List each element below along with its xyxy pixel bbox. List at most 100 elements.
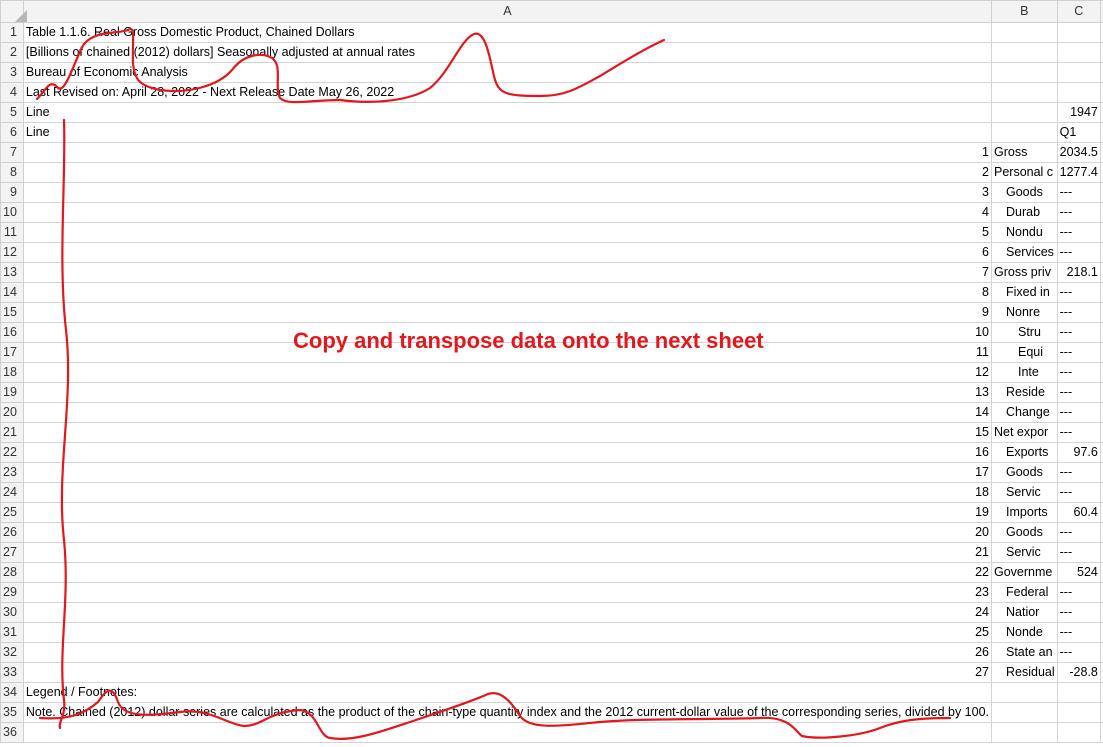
value-cell[interactable]: 1277.4 (1056, 162, 1101, 183)
cell[interactable] (991, 42, 1058, 63)
value-cell[interactable]: --- (1056, 582, 1101, 603)
line-number-cell[interactable]: 6 (22, 242, 993, 263)
cell[interactable] (991, 122, 1058, 143)
value-cell[interactable]: 60.4 (1056, 502, 1101, 523)
series-label-cell[interactable]: Services (991, 242, 1058, 263)
cell[interactable] (1056, 82, 1101, 103)
row-header[interactable]: 29 (0, 582, 24, 603)
cell[interactable] (991, 102, 1058, 123)
series-label-cell[interactable]: Nonde (991, 622, 1058, 643)
line-number-cell[interactable]: 21 (22, 542, 993, 563)
value-cell[interactable]: --- (1056, 362, 1101, 383)
value-cell[interactable]: --- (1056, 202, 1101, 223)
cell-grid[interactable]: ABCDEFGHIJKLMNOPQ1Table 1.1.6. Real Gros… (0, 0, 1103, 743)
series-label-cell[interactable]: Net expor (991, 422, 1058, 443)
row-header[interactable]: 22 (0, 442, 24, 463)
series-label-cell[interactable]: Inte (991, 362, 1058, 383)
series-label-cell[interactable]: Federal (991, 582, 1058, 603)
title-cell[interactable]: [Billions of chained (2012) dollars] Sea… (22, 42, 993, 63)
row-header[interactable]: 8 (0, 162, 24, 183)
line-number-cell[interactable]: 19 (22, 502, 993, 523)
series-label-cell[interactable]: Natior (991, 602, 1058, 623)
row-header[interactable]: 24 (0, 482, 24, 503)
row-header[interactable]: 7 (0, 142, 24, 163)
series-label-cell[interactable]: State an (991, 642, 1058, 663)
row-header[interactable]: 5 (0, 102, 24, 123)
value-cell[interactable]: 218.1 (1056, 262, 1101, 283)
series-label-cell[interactable]: Fixed in (991, 282, 1058, 303)
row-header[interactable]: 21 (0, 422, 24, 443)
series-label-cell[interactable]: Goods (991, 462, 1058, 483)
row-header[interactable]: 11 (0, 222, 24, 243)
line-number-cell[interactable]: 1 (22, 142, 993, 163)
line-number-cell[interactable]: 25 (22, 622, 993, 643)
series-label-cell[interactable]: Gross priv (991, 262, 1058, 283)
line-number-cell[interactable]: 12 (22, 362, 993, 383)
cell[interactable] (991, 82, 1058, 103)
line-number-cell[interactable]: 24 (22, 602, 993, 623)
row-header[interactable]: 9 (0, 182, 24, 203)
value-cell[interactable]: --- (1056, 642, 1101, 663)
line-number-cell[interactable]: 9 (22, 302, 993, 323)
cell[interactable] (991, 702, 1058, 723)
row-header[interactable]: 1 (0, 22, 24, 43)
quarter-cell[interactable]: Q1 (1056, 122, 1101, 143)
value-cell[interactable]: --- (1056, 622, 1101, 643)
series-label-cell[interactable]: Servic (991, 482, 1058, 503)
row-header[interactable]: 28 (0, 562, 24, 583)
cell[interactable] (1056, 42, 1101, 63)
line-number-cell[interactable]: 17 (22, 462, 993, 483)
line-header-cell[interactable]: Line (22, 102, 993, 123)
value-cell[interactable]: --- (1056, 402, 1101, 423)
note-cell[interactable]: Note. Chained (2012) dollar series are c… (22, 702, 993, 723)
select-all-corner[interactable] (0, 0, 27, 23)
series-label-cell[interactable]: Personal c (991, 162, 1058, 183)
series-label-cell[interactable]: Change (991, 402, 1058, 423)
value-cell[interactable]: --- (1056, 522, 1101, 543)
cell[interactable] (1056, 722, 1101, 743)
row-header[interactable]: 36 (0, 722, 24, 743)
spreadsheet[interactable]: ABCDEFGHIJKLMNOPQ1Table 1.1.6. Real Gros… (0, 0, 1103, 747)
line-number-cell[interactable]: 22 (22, 562, 993, 583)
value-cell[interactable]: --- (1056, 342, 1101, 363)
row-header[interactable]: 12 (0, 242, 24, 263)
line-number-cell[interactable]: 8 (22, 282, 993, 303)
value-cell[interactable]: --- (1056, 302, 1101, 323)
line-number-cell[interactable]: 15 (22, 422, 993, 443)
value-cell[interactable]: --- (1056, 282, 1101, 303)
row-header[interactable]: 19 (0, 382, 24, 403)
cell[interactable] (1056, 62, 1101, 83)
series-label-cell[interactable]: Goods (991, 182, 1058, 203)
series-label-cell[interactable]: Imports (991, 502, 1058, 523)
value-cell[interactable]: --- (1056, 242, 1101, 263)
value-cell[interactable]: --- (1056, 222, 1101, 243)
line-number-cell[interactable]: 4 (22, 202, 993, 223)
row-header[interactable]: 15 (0, 302, 24, 323)
value-cell[interactable]: 97.6 (1056, 442, 1101, 463)
row-header[interactable]: 35 (0, 702, 24, 723)
title-cell[interactable]: Bureau of Economic Analysis (22, 62, 993, 83)
row-header[interactable]: 31 (0, 622, 24, 643)
row-header[interactable]: 32 (0, 642, 24, 663)
row-header[interactable]: 2 (0, 42, 24, 63)
title-cell[interactable]: Table 1.1.6. Real Gross Domestic Product… (22, 22, 993, 43)
row-header[interactable]: 33 (0, 662, 24, 683)
line-number-cell[interactable]: 10 (22, 322, 993, 343)
series-label-cell[interactable]: Residual (991, 662, 1058, 683)
line-number-cell[interactable]: 16 (22, 442, 993, 463)
line-number-cell[interactable]: 26 (22, 642, 993, 663)
row-header[interactable]: 17 (0, 342, 24, 363)
row-header[interactable]: 3 (0, 62, 24, 83)
row-header[interactable]: 6 (0, 122, 24, 143)
row-header[interactable]: 4 (0, 82, 24, 103)
line-number-cell[interactable]: 23 (22, 582, 993, 603)
cell[interactable] (1056, 682, 1101, 703)
series-label-cell[interactable]: Reside (991, 382, 1058, 403)
cell[interactable] (991, 62, 1058, 83)
year-cell[interactable]: 1947 (1056, 102, 1101, 123)
series-label-cell[interactable]: Nonre (991, 302, 1058, 323)
line-number-cell[interactable]: 18 (22, 482, 993, 503)
line-header-cell[interactable]: Line (22, 122, 993, 143)
line-number-cell[interactable]: 13 (22, 382, 993, 403)
cell[interactable] (22, 722, 993, 743)
